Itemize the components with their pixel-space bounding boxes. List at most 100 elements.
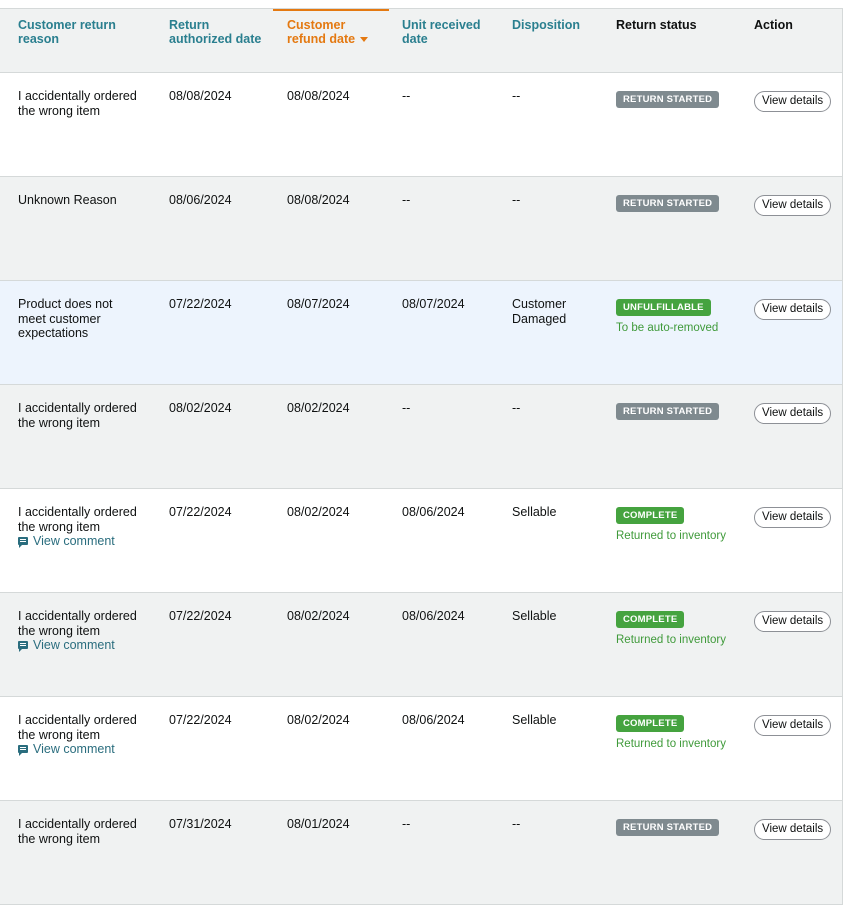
table-row: I accidentally ordered the wrong item 08/0…	[0, 73, 842, 177]
return-authorized-date: 08/08/2024	[169, 89, 232, 103]
view-details-button[interactable]: View details	[754, 819, 832, 840]
return-status: RETURN STARTED	[616, 195, 746, 212]
disposition: --	[512, 193, 602, 208]
unit-received-date: 08/07/2024	[402, 297, 465, 311]
return-status: RETURN STARTED	[616, 819, 746, 836]
view-details-button[interactable]: View details	[754, 715, 832, 736]
view-comment-link[interactable]: View comment	[18, 534, 115, 549]
reason-line: the wrong item	[18, 415, 100, 430]
customer-refund-date: 08/02/2024	[287, 401, 350, 415]
header-line-text: refund date	[287, 32, 356, 46]
disposition-line: --	[512, 89, 521, 103]
view-details-button[interactable]: View details	[754, 91, 832, 112]
view-comment-label: View comment	[33, 638, 115, 652]
reason-line: Unknown Reason	[18, 193, 117, 207]
action-cell: View details	[754, 819, 834, 840]
header-customer-return-reason[interactable]: Customer return reason	[18, 18, 153, 46]
sort-desc-icon	[360, 37, 369, 43]
return-status: COMPLETE Returned to inventory	[616, 611, 746, 647]
return-authorized-date: 07/22/2024	[169, 609, 232, 623]
header-return-status: Return status	[616, 18, 697, 32]
view-details-button[interactable]: View details	[754, 299, 832, 320]
return-status: UNFULFILLABLE To be auto-removed	[616, 299, 746, 335]
customer-refund-date: 08/08/2024	[287, 193, 350, 207]
customer-refund-date: 08/02/2024	[287, 609, 350, 623]
reason-line: I accidentally ordered	[18, 505, 137, 519]
reason-line: the wrong item	[18, 103, 100, 118]
header-line: refund date	[287, 32, 387, 46]
view-comment-label: View comment	[33, 534, 115, 548]
unit-received-date: --	[402, 193, 411, 207]
disposition-line: Sellable	[512, 713, 557, 727]
customer-refund-date: 08/02/2024	[287, 713, 350, 727]
action-cell: View details	[754, 195, 834, 216]
customer-return-reason: I accidentally ordered the wrong item View…	[18, 505, 153, 549]
return-authorized-date: 07/31/2024	[169, 817, 232, 831]
return-status: COMPLETE Returned to inventory	[616, 715, 746, 751]
status-badge: RETURN STARTED	[616, 91, 720, 108]
status-detail: Returned to inventory	[616, 530, 726, 542]
customer-refund-date: 08/08/2024	[287, 89, 350, 103]
customer-refund-date: 08/01/2024	[287, 817, 350, 831]
unit-received-date: 08/06/2024	[402, 505, 465, 519]
header-customer-refund-date[interactable]: Customer refund date	[287, 18, 387, 46]
view-details-button[interactable]: View details	[754, 611, 832, 632]
disposition: Sellable	[512, 609, 602, 624]
header-return-authorized-date[interactable]: Return authorized date	[169, 18, 269, 46]
table-row: I accidentally ordered the wrong item View…	[0, 593, 842, 697]
reason-line: Product does not	[18, 297, 113, 311]
unit-received-date: --	[402, 817, 411, 831]
table-body: I accidentally ordered the wrong item 08/0…	[0, 73, 842, 905]
status-detail: Returned to inventory	[616, 738, 726, 750]
customer-return-reason: I accidentally ordered the wrong item View…	[18, 609, 153, 653]
return-status: RETURN STARTED	[616, 91, 746, 108]
status-detail: To be auto-removed	[616, 322, 719, 334]
table-row: Unknown Reason 08/06/2024 08/08/2024 -- -- RE…	[0, 177, 842, 281]
unit-received-date: --	[402, 89, 411, 103]
status-badge: RETURN STARTED	[616, 195, 720, 212]
disposition: Sellable	[512, 713, 602, 728]
view-details-button[interactable]: View details	[754, 403, 832, 424]
action-cell: View details	[754, 715, 834, 736]
status-badge: COMPLETE	[616, 611, 685, 628]
action-cell: View details	[754, 611, 834, 632]
returns-table: Customer return reason Return authorized…	[0, 8, 843, 905]
reason-line: the wrong item	[18, 519, 100, 534]
view-details-button[interactable]: View details	[754, 507, 832, 528]
return-authorized-date: 07/22/2024	[169, 713, 232, 727]
status-badge: RETURN STARTED	[616, 819, 720, 836]
customer-return-reason: I accidentally ordered the wrong item	[18, 89, 153, 118]
table-row: I accidentally ordered the wrong item View…	[0, 489, 842, 593]
disposition: --	[512, 817, 602, 832]
table-header: Customer return reason Return authorized…	[0, 9, 842, 73]
reason-line: expectations	[18, 326, 89, 340]
disposition: --	[512, 401, 602, 416]
view-comment-link[interactable]: View comment	[18, 742, 115, 757]
view-comment-label: View comment	[33, 742, 115, 756]
header-line: Customer return	[18, 18, 116, 32]
status-badge: RETURN STARTED	[616, 403, 720, 420]
reason-line: meet customer	[18, 311, 101, 326]
disposition: Sellable	[512, 505, 602, 520]
action-cell: View details	[754, 507, 834, 528]
unit-received-date: 08/06/2024	[402, 609, 465, 623]
disposition-line: Customer	[512, 297, 567, 311]
reason-line: the wrong item	[18, 623, 100, 638]
customer-return-reason: I accidentally ordered the wrong item	[18, 817, 153, 846]
status-detail: Returned to inventory	[616, 634, 726, 646]
view-comment-link[interactable]: View comment	[18, 638, 115, 653]
header-disposition[interactable]: Disposition	[512, 18, 602, 32]
customer-refund-date: 08/07/2024	[287, 297, 350, 311]
return-authorized-date: 08/02/2024	[169, 401, 232, 415]
return-status: COMPLETE Returned to inventory	[616, 507, 746, 543]
header-unit-received-date[interactable]: Unit received date	[402, 18, 502, 46]
comment-icon	[18, 641, 28, 653]
header-line: authorized date	[169, 32, 262, 46]
return-authorized-date: 07/22/2024	[169, 297, 232, 311]
disposition-line: Damaged	[512, 311, 567, 326]
reason-line: the wrong item	[18, 831, 100, 846]
view-details-button[interactable]: View details	[754, 195, 832, 216]
status-badge: UNFULFILLABLE	[616, 299, 711, 316]
header-line: date	[402, 32, 428, 46]
return-authorized-date: 07/22/2024	[169, 505, 232, 519]
